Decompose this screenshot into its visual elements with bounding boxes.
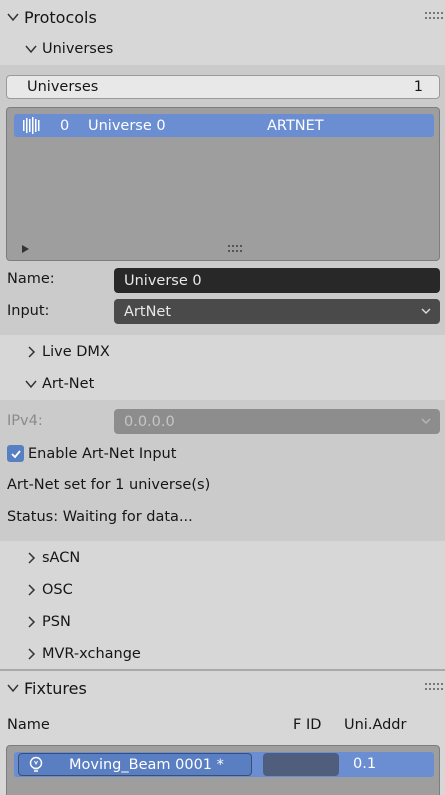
mvr-title: MVR-xchange [42,646,141,662]
enable-artnet-label: Enable Art-Net Input [28,445,177,462]
chevron-right-icon [24,583,38,597]
universe-name: Universe 0 [88,117,166,134]
name-field[interactable]: Universe 0 [114,268,440,293]
protocols-panel-header[interactable]: Protocols [0,0,445,34]
chevron-right-icon [24,345,38,359]
column-fid: F ID [293,717,322,733]
sacn-header[interactable]: sACN [0,542,445,574]
chevron-right-icon [24,615,38,629]
chevron-right-icon [24,551,38,565]
input-label: Input: [7,303,50,319]
osc-title: OSC [42,582,73,598]
input-value: ArtNet [124,303,172,320]
chevron-down-icon [24,42,38,56]
artnet-status: Status: Waiting for data... [7,509,193,525]
table-row[interactable]: Moving_Beam 0001 * 0.1 [14,752,434,777]
mvr-header[interactable]: MVR-xchange [0,638,445,670]
chevron-down-icon [6,681,20,695]
psn-header[interactable]: PSN [0,606,445,638]
artnet-title: Art-Net [42,376,95,392]
bulb-icon [27,756,45,774]
name-value: Universe 0 [124,272,202,289]
protocols-title: Protocols [24,7,97,27]
fixture-name-field[interactable]: Moving_Beam 0001 * [18,753,252,776]
ipv4-dropdown: 0.0.0.0 [114,409,440,434]
enable-artnet-checkbox[interactable] [7,445,24,462]
drag-handle-icon[interactable] [425,11,443,21]
universe-list[interactable]: 0 Universe 0 ARTNET [6,107,440,261]
fixture-uni-addr: 0.1 [353,756,377,772]
chevron-right-icon [24,647,38,661]
ipv4-value: 0.0.0.0 [124,413,175,430]
input-dropdown[interactable]: ArtNet [114,299,440,324]
enable-artnet-checkbox-row[interactable]: Enable Art-Net Input [7,445,176,462]
column-uni-addr: Uni.Addr [344,717,407,733]
fixture-id-field[interactable] [263,753,339,776]
fixture-name: Moving_Beam 0001 * [69,756,224,773]
universe-protocol: ARTNET [267,117,324,134]
artnet-header[interactable]: Art-Net [0,368,445,400]
name-label: Name: [7,271,55,287]
psn-title: PSN [42,614,71,630]
chevron-down-icon [421,308,431,314]
universe-index: 0 [60,117,70,134]
drag-handle-icon[interactable] [425,682,443,692]
universes-subpanel-header[interactable]: Universes [0,33,445,65]
live-dmx-title: Live DMX [42,344,110,360]
checkmark-icon [10,449,21,458]
ipv4-label: IPv4: [7,413,43,429]
fixtures-panel-header[interactable]: Fixtures [0,671,445,705]
universes-subpanel-title: Universes [42,41,114,57]
resize-grip-icon[interactable] [228,245,244,253]
play-triangle-icon[interactable] [20,244,30,254]
fixture-list[interactable]: Moving_Beam 0001 * 0.1 [6,745,440,795]
artnet-set-info: Art-Net set for 1 universe(s) [7,477,211,493]
fixtures-title: Fixtures [24,678,87,698]
column-name: Name [7,717,50,733]
chevron-down-icon [6,10,20,24]
live-dmx-header[interactable]: Live DMX [0,336,445,368]
dmx-bars-icon [22,117,42,134]
sacn-title: sACN [42,550,81,566]
universes-count-box[interactable]: Universes 1 [6,75,440,99]
chevron-down-icon [24,377,38,391]
osc-header[interactable]: OSC [0,574,445,606]
chevron-down-icon [421,418,431,424]
universes-count: 1 [413,79,423,95]
universes-box-label: Universes [27,79,99,95]
list-item[interactable]: 0 Universe 0 ARTNET [14,114,434,137]
